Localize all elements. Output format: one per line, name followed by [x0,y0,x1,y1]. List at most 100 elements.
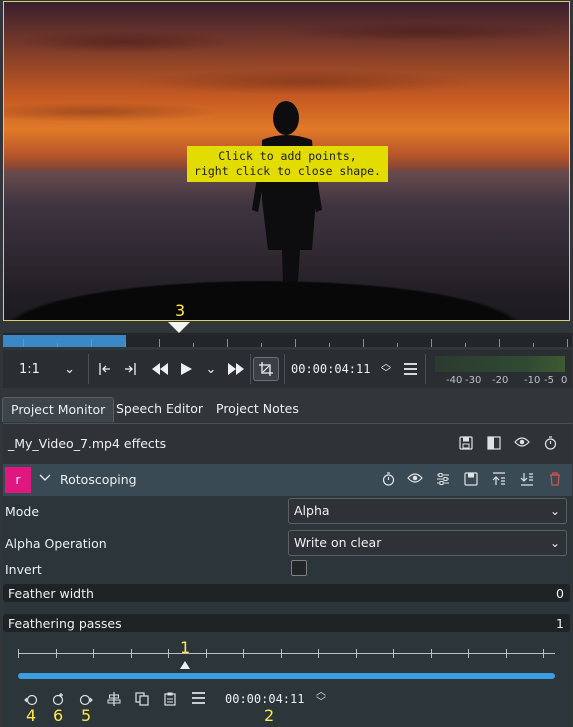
keyframe-ruler-tick [168,649,169,658]
toolbar-separator [250,354,251,384]
feathering-passes-label: Feathering passes [8,616,122,631]
rewind-icon[interactable] [150,359,170,379]
set-zone-in-icon[interactable] [95,359,113,379]
ruler-tick [363,339,364,347]
toolbar-separator [88,354,89,384]
hamburger-menu-icon[interactable] [402,359,418,379]
tab-project-monitor[interactable]: Project Monitor [2,397,115,422]
ruler-tick [23,339,24,347]
keyframe-ruler-tick [56,649,57,658]
ruler-tick [533,343,534,347]
tab-project-notes[interactable]: Project Notes [208,397,307,422]
mode-label: Mode [5,504,40,519]
annotation-marker-4: 4 [26,706,37,725]
transport-toolbar: 1:1 ⌄ ⌄ 00:00:04:11 ︿ ﹀ -40 -30 -20 -10 -… [3,350,572,388]
video-monitor[interactable]: Click to add points, right click to clos… [3,1,570,321]
move-up-icon[interactable] [491,472,507,488]
keyframe-timeline-bar[interactable] [18,673,555,679]
foreground-grass [4,250,569,320]
timer-icon[interactable] [542,436,558,452]
keyframe-menu-icon[interactable] [190,692,206,708]
annotation-marker-2: 2 [264,706,275,725]
keyframe-ruler-tick [356,649,357,658]
collapse-chevron-icon[interactable] [39,471,51,485]
keyframe-ruler-tick [393,649,394,658]
set-zone-out-icon[interactable] [122,359,140,379]
keyframe-ruler-tick [93,649,94,658]
chevron-down-icon: ⌄ [549,536,560,550]
toolbar-separator [284,354,285,384]
effect-stack-panel: _My_Video_7.mp4 effects r Rotoscoping Mo… [3,423,572,727]
keyframe-ruler-tick [318,649,319,658]
hint-line-2: right click to close shape. [194,164,381,178]
ruler-tick [329,343,330,347]
adjust-sliders-icon[interactable] [435,472,451,488]
toolbar-separator [425,354,426,384]
chevron-down-icon: ⌄ [549,504,560,518]
keyframe-ruler-tick [18,649,19,658]
paste-keyframe-icon[interactable] [162,692,178,708]
dock-tabs: Project Monitor Speech Editor Project No… [0,397,573,423]
align-center-icon[interactable] [106,692,122,708]
meter-label: -5 [544,375,554,386]
played-zone [3,335,126,347]
keyframe-ruler-tick [243,649,244,658]
tab-speech-editor[interactable]: Speech Editor [108,397,211,422]
keyframe-ruler-tick [431,649,432,658]
invert-label: Invert [5,562,42,577]
monitor-playhead[interactable] [168,322,190,333]
keyframe-timecode-spinner-icon[interactable]: ︿ ﹀ [313,688,329,710]
forward-icon[interactable] [226,359,246,379]
meter-label: 0 [561,375,568,386]
zoom-select[interactable]: 1:1 ⌄ [13,359,79,379]
save-stack-icon[interactable] [458,436,474,452]
feather-width-slider[interactable]: Feather width 0 [3,584,570,602]
keyframe-ruler-tick [281,649,282,658]
ruler-tick [567,339,568,347]
move-down-icon[interactable] [519,472,535,488]
annotation-marker-6: 6 [53,706,64,725]
copy-keyframe-icon[interactable] [134,692,150,708]
crop-icon [259,362,273,376]
invert-checkbox[interactable] [291,560,307,576]
effect-name: Rotoscoping [60,472,137,487]
timecode-spinner-icon[interactable]: ︿ ﹀ [379,359,393,379]
ruler-tick [193,343,194,347]
ruler-tick [295,339,296,347]
keyframe-playhead[interactable] [180,661,190,669]
keyframe-ruler[interactable] [18,648,555,660]
mode-select[interactable]: Alpha ⌄ [288,498,567,524]
save-effect-icon[interactable] [463,472,479,488]
ruler-tick [159,339,160,347]
ruler-tick [431,339,432,347]
annotation-marker-5: 5 [81,706,92,725]
ruler-tick [261,343,262,347]
compare-split-icon[interactable] [486,436,502,452]
mode-value: Alpha [294,503,330,518]
keyframe-ruler-line [18,653,555,654]
monitor-timecode[interactable]: 00:00:04:11 [291,359,370,379]
alpha-operation-select[interactable]: Write on clear ⌄ [288,530,567,556]
feather-width-value: 0 [556,586,564,601]
ruler-tick [91,339,92,347]
keyframe-ruler-tick [468,649,469,658]
feather-width-label: Feather width [8,586,94,601]
keyframe-timecode[interactable]: 00:00:04:11 [225,692,304,706]
hint-line-1: Click to add points, [218,149,357,163]
edit-mask-button[interactable] [253,357,279,381]
monitor-timeline-ruler[interactable] [3,333,572,347]
zoom-value: 1:1 [19,361,40,377]
feathering-passes-slider[interactable]: Feathering passes 1 [3,614,570,632]
play-options-chevron-icon[interactable]: ⌄ [204,359,218,379]
effects-title: _My_Video_7.mp4 effects [8,436,167,451]
keyframe-timer-icon[interactable] [380,472,396,488]
delete-effect-icon[interactable] [547,472,563,488]
meter-label: -10 [524,375,541,386]
effect-row-rotoscoping[interactable]: r Rotoscoping [3,464,572,496]
eye-icon[interactable] [514,436,530,452]
eye-icon[interactable] [407,472,423,488]
play-icon[interactable] [178,359,194,379]
audio-level-meter: -40 -30 -20 -10 -5 0 [431,354,568,386]
keyframe-ruler-tick [131,649,132,658]
audio-meter-bar [435,356,565,372]
